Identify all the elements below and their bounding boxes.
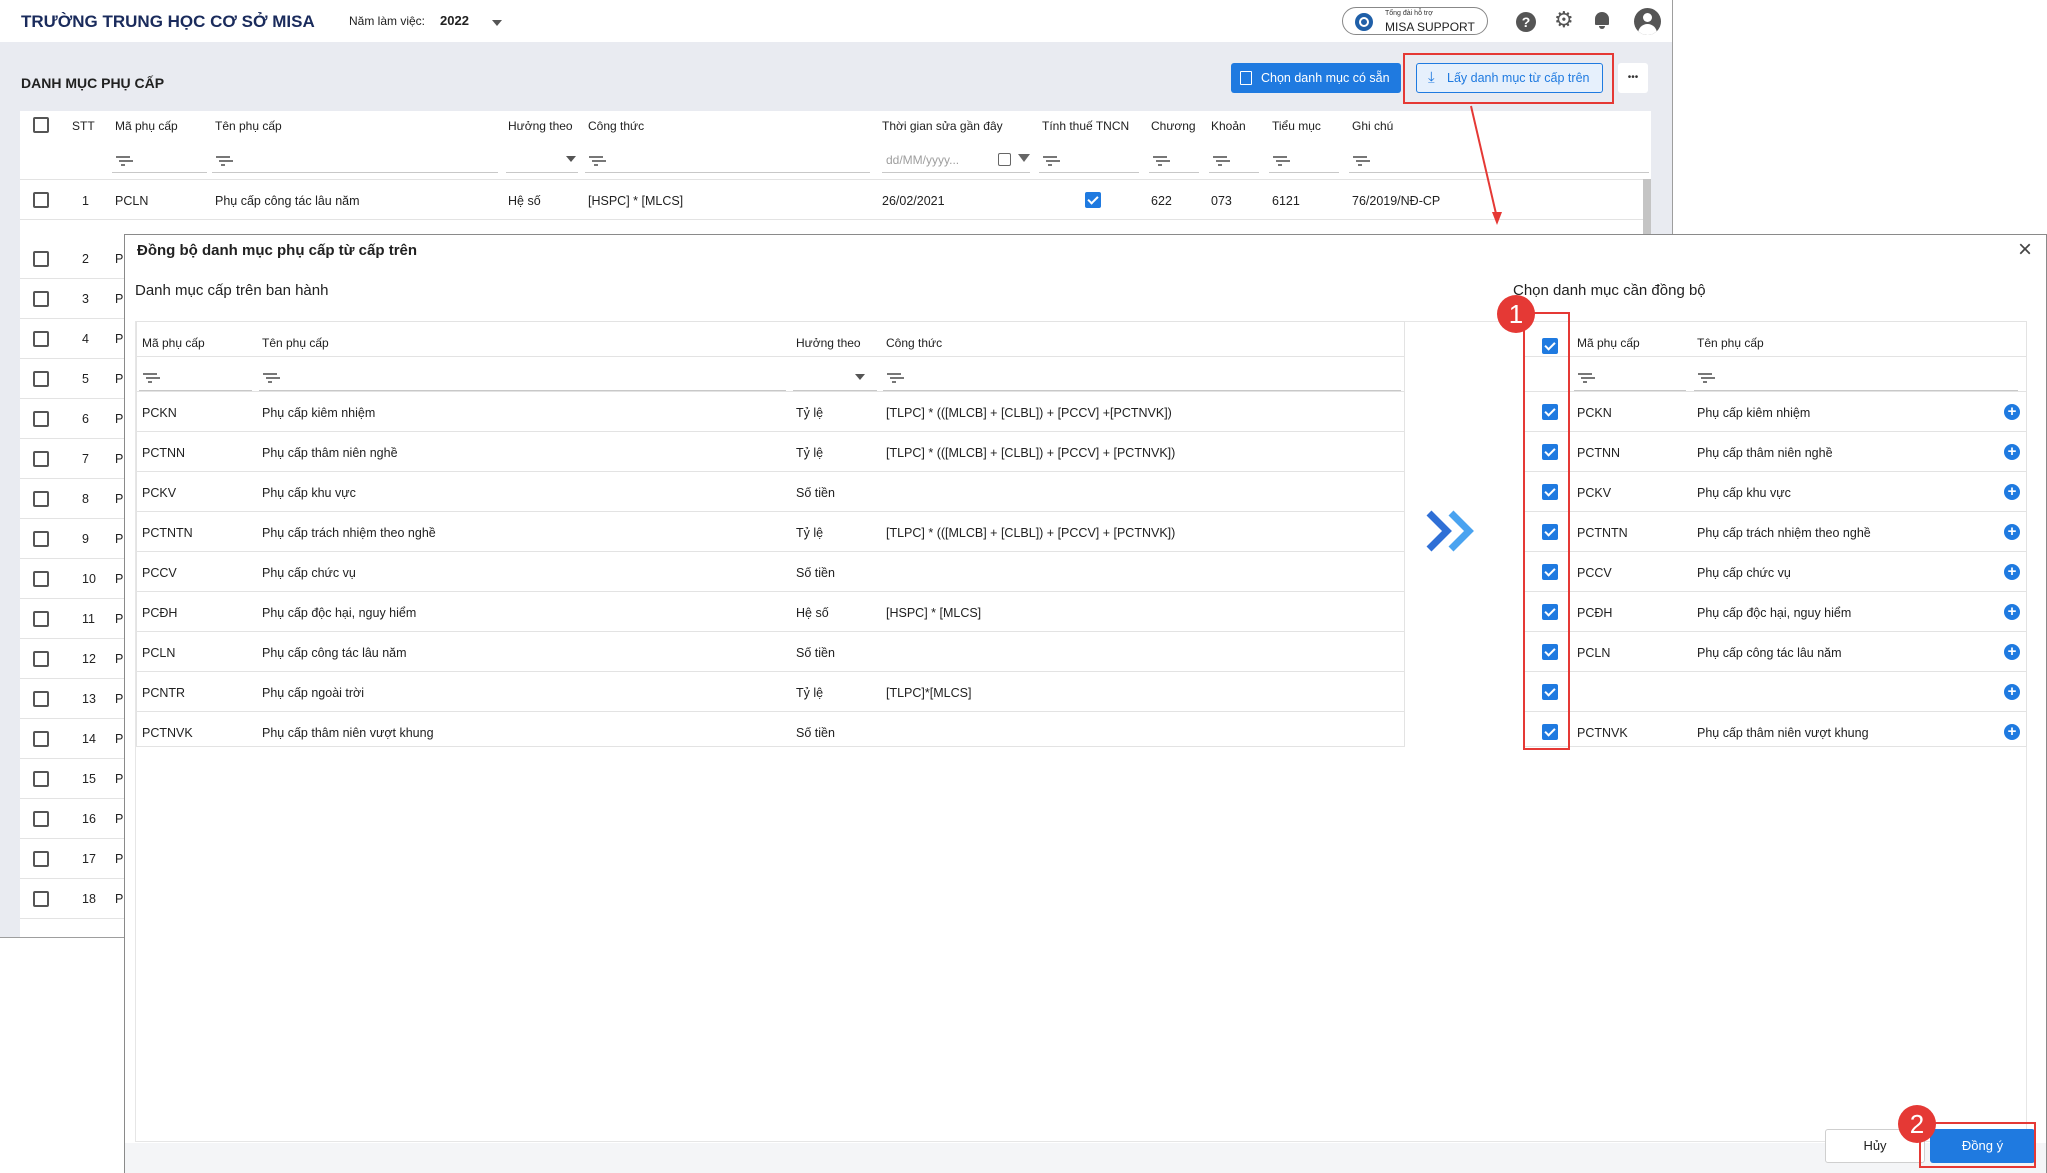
highlight-checkbox-column <box>1523 312 1570 750</box>
annotation-arrow <box>1470 105 1502 225</box>
step-badge-1: 1 <box>1497 295 1535 333</box>
step-badge-2: 2 <box>1898 1105 1936 1143</box>
highlight-confirm-button <box>1919 1122 2036 1168</box>
